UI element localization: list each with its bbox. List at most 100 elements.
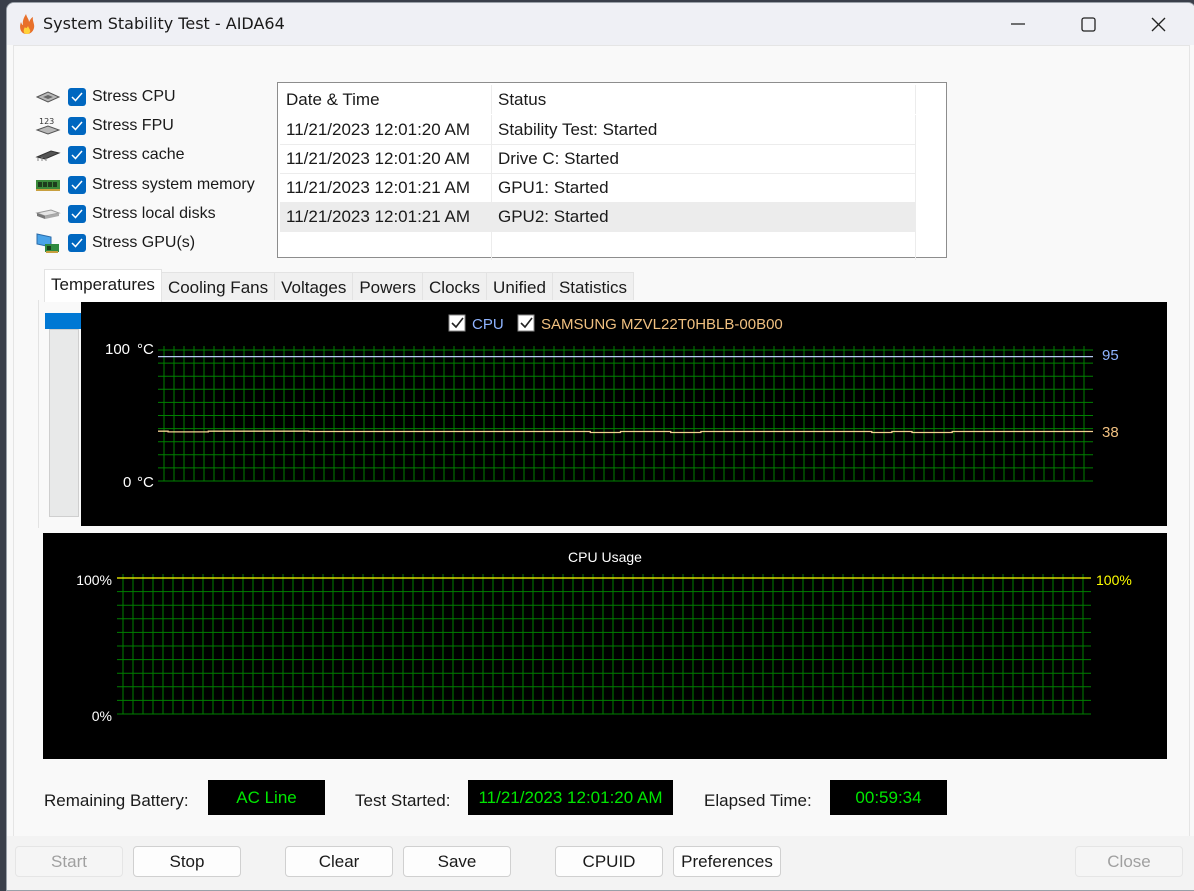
temperature-chart-svg: CPU SAMSUNG MZVL22T0HBLB-00B00 100 °C 0 …	[105, 314, 1119, 491]
checkmark-icon	[71, 150, 83, 160]
log-datetime: 11/21/2023 12:01:21 AM	[280, 202, 492, 231]
stress-disks-checkbox[interactable]	[68, 204, 86, 223]
stress-options: Stress CPU 123 Stress FPU Stress cache S…	[34, 82, 255, 258]
window-title: System Stability Test - AIDA64	[43, 14, 285, 33]
stress-fpu-label: Stress FPU	[92, 116, 174, 134]
tab-voltages[interactable]: Voltages	[274, 272, 354, 302]
stress-gpu-checkbox[interactable]	[68, 234, 86, 253]
y-axis-top-label: 100	[105, 341, 130, 358]
stress-cache-checkbox[interactable]	[68, 146, 86, 165]
battery-value: AC Line	[208, 780, 325, 815]
stress-disks-option[interactable]: Stress local disks	[34, 199, 255, 228]
y-axis-bottom-label: 0%	[92, 708, 112, 724]
cache-chip-icon	[34, 145, 62, 165]
log-datetime: 11/21/2023 12:01:20 AM	[280, 115, 492, 144]
temperature-legend: CPU SAMSUNG MZVL22T0HBLB-00B00	[448, 314, 783, 333]
temperature-grid	[158, 346, 1093, 482]
elapsed-time-value: 00:59:34	[830, 780, 947, 815]
log-empty-row	[280, 231, 916, 260]
tab-statistics[interactable]: Statistics	[551, 272, 634, 302]
cpu-usage-title: CPU Usage	[568, 549, 642, 565]
client-area: Stress CPU 123 Stress FPU Stress cache S…	[13, 45, 1190, 837]
stress-disks-label: Stress local disks	[92, 204, 216, 222]
log-status: Stability Test: Started	[492, 115, 916, 144]
cpuid-button[interactable]: CPUID	[555, 846, 663, 877]
y-axis-bottom-label: 0	[123, 474, 131, 491]
tab-temperatures[interactable]: Temperatures	[44, 269, 162, 302]
cpu-current-value: 95	[1102, 347, 1119, 364]
log-row[interactable]: 11/21/2023 12:01:20 AM Stability Test: S…	[280, 115, 916, 145]
stress-cpu-checkbox[interactable]	[68, 87, 86, 106]
log-datetime: 11/21/2023 12:01:20 AM	[280, 144, 492, 173]
cpu-usage-grid	[117, 574, 1091, 715]
tab-powers[interactable]: Powers	[352, 272, 424, 302]
test-started-value: 11/21/2023 12:01:20 AM	[468, 780, 673, 815]
legend-cpu[interactable]: CPU	[448, 314, 504, 333]
column-header-datetime[interactable]: Date & Time	[280, 85, 492, 114]
aida64-flame-icon	[20, 14, 35, 34]
start-button[interactable]: Start	[15, 846, 123, 877]
log-row[interactable]: 11/21/2023 12:01:21 AM GPU1: Started	[280, 173, 916, 203]
minimize-icon	[1011, 23, 1025, 25]
stress-cpu-option[interactable]: Stress CPU	[34, 82, 255, 111]
stress-gpu-option[interactable]: Stress GPU(s)	[34, 228, 255, 257]
stress-memory-label: Stress system memory	[92, 175, 255, 193]
cpu-usage-chart: CPU Usage 100% 0% 100%	[43, 533, 1167, 759]
log-header-row: Date & Time Status	[280, 85, 916, 114]
graph-tabs: Temperatures Cooling Fans Voltages Power…	[44, 269, 634, 302]
test-started-label: Test Started:	[355, 791, 451, 810]
legend-disk-checkbox[interactable]	[517, 314, 535, 332]
sensor-list-scrollbar[interactable]	[49, 329, 79, 517]
close-icon	[1151, 17, 1165, 31]
disk-drive-icon	[34, 204, 62, 224]
stress-fpu-option[interactable]: 123 Stress FPU	[34, 111, 255, 140]
temperature-chart: CPU SAMSUNG MZVL22T0HBLB-00B00 100 °C 0 …	[81, 302, 1167, 526]
event-log-list[interactable]: Date & Time Status 11/21/2023 12:01:20 A…	[277, 82, 947, 260]
close-button[interactable]: Close	[1075, 846, 1183, 877]
legend-disk[interactable]: SAMSUNG MZVL22T0HBLB-00B00	[517, 314, 783, 333]
stress-fpu-checkbox[interactable]	[68, 116, 86, 135]
log-row[interactable]: 11/21/2023 12:01:20 AM Drive C: Started	[280, 144, 916, 174]
log-datetime: 11/21/2023 12:01:21 AM	[280, 173, 492, 202]
stress-memory-option[interactable]: Stress system memory	[34, 170, 255, 199]
stress-memory-checkbox[interactable]	[68, 175, 86, 194]
maximize-button[interactable]	[1053, 3, 1123, 45]
close-window-button[interactable]	[1123, 3, 1193, 45]
maximize-icon	[1080, 16, 1096, 32]
fpu-chip-icon: 123	[34, 116, 62, 136]
save-button[interactable]: Save	[403, 846, 511, 877]
checkmark-icon	[71, 92, 83, 102]
title-bar[interactable]: System Stability Test - AIDA64	[7, 3, 1194, 45]
stability-test-window: System Stability Test - AIDA64 Stress CP…	[6, 2, 1194, 891]
preferences-button[interactable]: Preferences	[673, 846, 781, 877]
memory-module-icon	[34, 175, 62, 195]
cpu-usage-chart-svg: CPU Usage 100% 0% 100%	[76, 549, 1132, 724]
log-status: GPU2: Started	[492, 202, 916, 231]
tab-unified[interactable]: Unified	[486, 272, 553, 302]
stress-cpu-label: Stress CPU	[92, 87, 176, 105]
stress-cache-label: Stress cache	[92, 146, 185, 164]
checkmark-icon	[71, 209, 83, 219]
legend-cpu-checkbox[interactable]	[448, 314, 466, 332]
temperature-series	[158, 355, 1093, 434]
stop-button[interactable]: Stop	[133, 846, 241, 877]
gpu-card-icon	[34, 233, 62, 254]
tab-cooling-fans[interactable]: Cooling Fans	[160, 272, 276, 302]
stress-cache-option[interactable]: Stress cache	[34, 141, 255, 170]
empty-cell	[280, 231, 492, 260]
tab-clocks[interactable]: Clocks	[422, 272, 488, 302]
svg-text:123: 123	[39, 117, 54, 126]
stress-gpu-label: Stress GPU(s)	[92, 234, 196, 252]
sensor-list-selected-item[interactable]	[45, 313, 81, 329]
battery-label: Remaining Battery:	[44, 791, 189, 810]
empty-cell	[492, 231, 916, 260]
checkmark-icon	[71, 180, 83, 190]
checkmark-icon	[71, 238, 83, 248]
y-axis-top-unit: °C	[137, 341, 154, 358]
log-row-selected[interactable]: 11/21/2023 12:01:21 AM GPU2: Started	[280, 202, 916, 232]
clear-button[interactable]: Clear	[285, 846, 393, 877]
minimize-button[interactable]	[983, 3, 1053, 45]
column-header-status[interactable]: Status	[492, 85, 916, 114]
cpu-chip-icon	[34, 87, 62, 107]
legend-cpu-label: CPU	[472, 316, 504, 333]
